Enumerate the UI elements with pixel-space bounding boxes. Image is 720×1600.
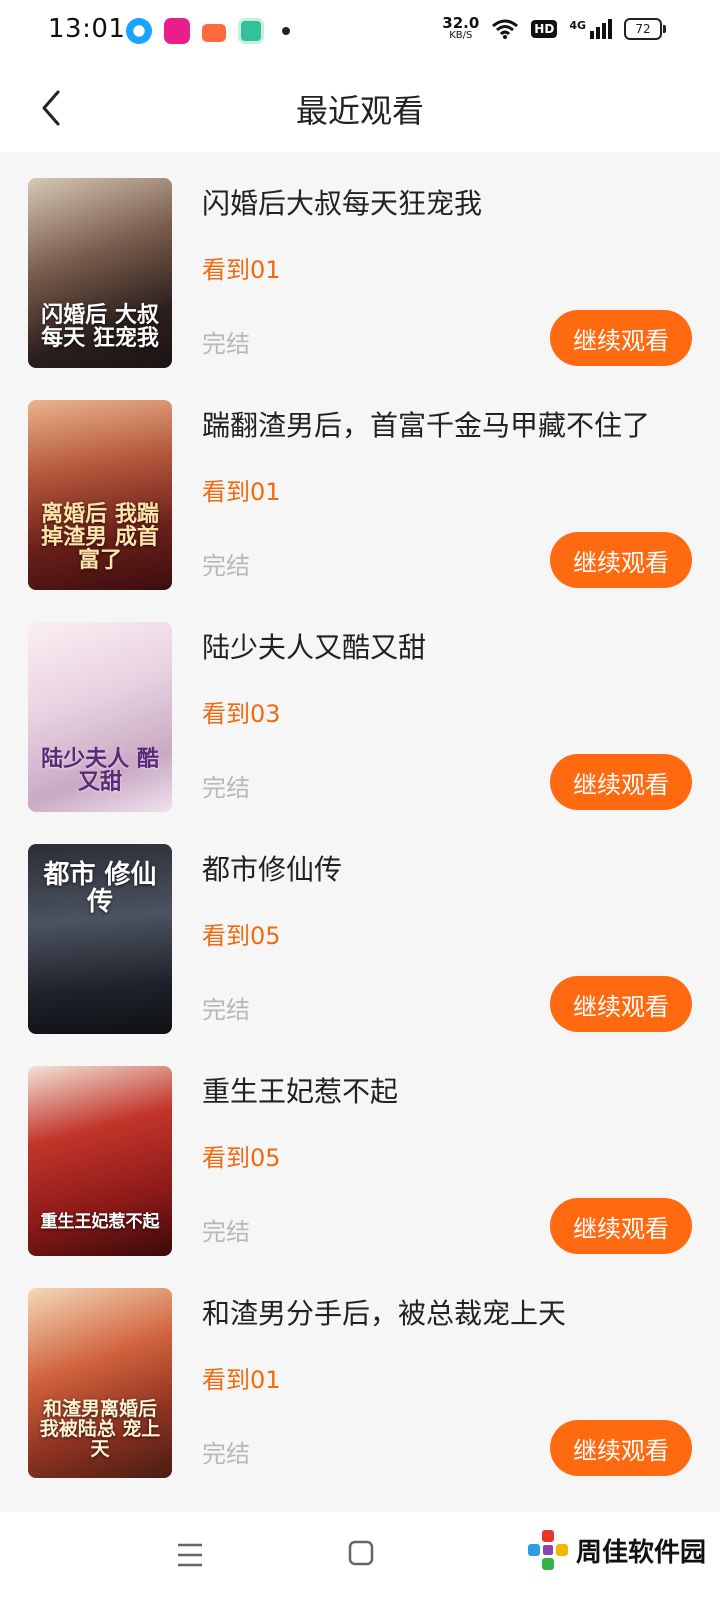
video-app-icon [164,18,190,44]
list-item[interactable]: 和渣男离婚后 我被陆总 宠上天 和渣男分手后，被总裁宠上天 看到01 完结 继续… [0,1270,720,1492]
watch-progress: 看到01 [202,478,281,506]
green-app-icon [238,18,264,44]
continue-watching-button[interactable]: 继续观看 [550,976,692,1032]
watermark: 周佳软件园 [526,1528,706,1572]
watch-progress: 看到03 [202,700,281,728]
watch-progress: 看到05 [202,1144,281,1172]
network-speed-unit: KB/S [449,30,473,41]
cover-title-art: 离婚后 我踹掉渣男 成首富了 [41,500,159,573]
drama-title: 和渣男分手后，被总裁宠上天 [202,1297,567,1330]
drama-cover[interactable]: 闪婚后 大叔每天 狂宠我 [28,178,172,368]
drama-title: 闪婚后大叔每天狂宠我 [202,187,483,220]
status-time: 13:01 [48,14,126,44]
network-speed-value: 32.0 [442,14,480,32]
completion-status: 完结 [202,1218,250,1246]
continue-watching-button[interactable]: 继续观看 [550,1420,692,1476]
watch-progress: 看到05 [202,922,281,950]
completion-status: 完结 [202,996,250,1024]
cover-title-art: 陆少夫人 酷又甜 [41,745,159,795]
drama-cover[interactable]: 离婚后 我踹掉渣男 成首富了 [28,400,172,590]
battery-indicator: 72 [624,17,666,40]
cellular-signal-icon: 4G [569,18,612,39]
completion-status: 完结 [202,330,250,358]
status-indicators: 32.0 KB/S HD 4G 72 [442,16,666,41]
completion-status: 完结 [202,1440,250,1468]
cover-title-art: 和渣男离婚后 我被陆总 宠上天 [39,1398,161,1461]
cover-title-art: 都市 修仙传 [43,860,157,918]
list-item[interactable]: 陆少夫人 酷又甜 陆少夫人又酷又甜 看到03 完结 继续观看 [0,604,720,826]
drama-cover[interactable]: 陆少夫人 酷又甜 [28,622,172,812]
home-square-icon[interactable] [348,1540,374,1566]
network-speed: 32.0 KB/S [442,16,479,41]
list-item[interactable]: 重生王妃惹不起 重生王妃惹不起 看到05 完结 继续观看 [0,1048,720,1270]
browser-app-icon [126,18,152,44]
hd-badge: HD [531,19,558,38]
continue-watching-button[interactable]: 继续观看 [550,754,692,810]
list-item[interactable]: 闪婚后 大叔每天 狂宠我 闪婚后大叔每天狂宠我 看到01 完结 继续观看 [0,160,720,382]
game-app-icon [202,24,226,42]
drama-title: 重生王妃惹不起 [202,1075,399,1108]
status-bar: 13:01 32.0 KB/S HD 4G 72 [0,0,720,64]
list-item[interactable]: 都市 修仙传 都市修仙传 看到05 完结 继续观看 [0,826,720,1048]
continue-watching-button[interactable]: 继续观看 [550,310,692,366]
recently-watched-list: 闪婚后 大叔每天 狂宠我 闪婚后大叔每天狂宠我 看到01 完结 继续观看 离婚后… [0,160,720,1492]
completion-status: 完结 [202,774,250,802]
navigation-header: 最近观看 [0,64,720,152]
network-type-label: 4G [569,18,586,32]
cover-title-art: 重生王妃惹不起 [40,1212,160,1233]
drama-cover[interactable]: 和渣男离婚后 我被陆总 宠上天 [28,1288,172,1478]
continue-watching-button[interactable]: 继续观看 [550,1198,692,1254]
battery-level: 72 [635,21,651,36]
cover-title-art: 闪婚后 大叔每天 狂宠我 [41,301,159,351]
watermark-logo [527,1530,568,1570]
list-item[interactable]: 离婚后 我踹掉渣男 成首富了 踹翻渣男后，首富千金马甲藏不住了 看到01 完结 … [0,382,720,604]
drama-title: 踹翻渣男后，首富千金马甲藏不住了 [202,409,651,442]
page-title: 最近观看 [295,92,424,130]
watch-progress: 看到01 [202,1366,281,1394]
more-notifications-dot-icon [282,27,290,35]
notification-icons [126,18,290,44]
watch-progress: 看到01 [202,256,281,284]
watermark-text: 周佳软件园 [575,1537,706,1568]
drama-cover[interactable]: 重生王妃惹不起 [28,1066,172,1256]
system-navigation-bar: 周佳软件园 [0,1512,720,1600]
drama-title: 陆少夫人又酷又甜 [202,631,427,664]
drama-title: 都市修仙传 [202,853,343,886]
drama-cover[interactable]: 都市 修仙传 [28,844,172,1034]
wifi-icon [492,19,519,39]
menu-icon[interactable] [176,1542,204,1568]
completion-status: 完结 [202,552,250,580]
continue-watching-button[interactable]: 继续观看 [550,532,692,588]
